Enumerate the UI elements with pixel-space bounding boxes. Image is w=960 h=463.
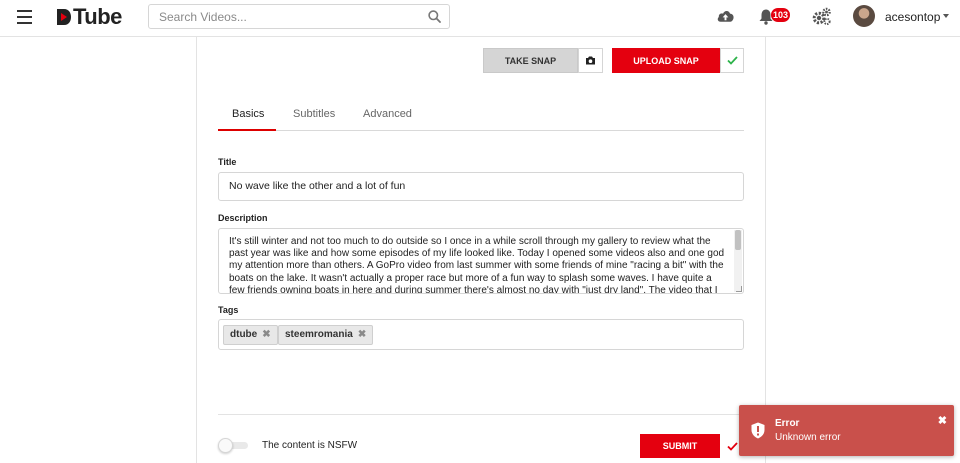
nsfw-toggle[interactable] <box>218 438 250 453</box>
close-icon[interactable]: ✖ <box>938 414 947 427</box>
upload-snap-label[interactable]: UPLOAD SNAP <box>612 48 720 73</box>
tag-chip: dtube ✖ <box>223 325 278 345</box>
toggle-knob[interactable] <box>218 438 233 453</box>
description-text[interactable]: It's still winter and not too much to do… <box>229 236 729 293</box>
description-field[interactable]: It's still winter and not too much to do… <box>218 228 744 294</box>
checkmark-icon <box>720 48 744 73</box>
tags-input[interactable]: dtube ✖ steemromania ✖ <box>218 319 744 350</box>
shield-alert-icon <box>751 422 765 439</box>
take-snap-label[interactable]: TAKE SNAP <box>483 48 578 73</box>
tab-subtitles[interactable]: Subtitles <box>293 108 335 120</box>
tab-advanced[interactable]: Advanced <box>363 108 412 120</box>
search-box <box>148 4 450 29</box>
menu-icon[interactable] <box>17 10 32 24</box>
upload-snap-button[interactable]: UPLOAD SNAP <box>612 48 744 73</box>
description-label: Description <box>218 213 268 223</box>
remove-tag-icon[interactable]: ✖ <box>358 326 366 344</box>
tags-label: Tags <box>218 305 239 315</box>
search-icon[interactable] <box>428 10 441 23</box>
form-tabs: Basics Subtitles Advanced <box>218 103 744 131</box>
camera-icon[interactable] <box>578 48 603 73</box>
description-scrollbar[interactable] <box>734 230 742 292</box>
tag-label: dtube <box>230 329 258 340</box>
caret-down-icon[interactable] <box>943 14 949 18</box>
search-input[interactable] <box>149 5 419 28</box>
dtube-logo-icon <box>57 9 71 25</box>
error-toast: Error Unknown error ✖ <box>739 405 954 456</box>
username[interactable]: acesontop <box>885 10 940 24</box>
remove-tag-icon[interactable]: ✖ <box>262 326 270 344</box>
submit-button[interactable]: SUBMIT <box>640 434 744 458</box>
tag-chip: steemromania ✖ <box>278 325 374 345</box>
top-bar: Tube 103 acesontop <box>0 0 960 37</box>
scrollbar-thumb[interactable] <box>735 230 741 250</box>
tab-basics[interactable]: Basics <box>232 108 264 120</box>
logo[interactable]: Tube <box>56 4 122 29</box>
logo-text: Tube <box>73 4 122 29</box>
active-tab-indicator <box>218 129 276 131</box>
title-label: Title <box>218 157 237 167</box>
divider <box>218 414 744 415</box>
submit-label[interactable]: SUBMIT <box>640 434 720 458</box>
notification-badge: 103 <box>771 8 791 22</box>
gears-icon[interactable] <box>812 7 832 26</box>
toast-title: Error <box>775 418 800 429</box>
resize-handle[interactable] <box>736 286 742 292</box>
tag-label: steemromania <box>285 329 353 340</box>
title-field[interactable]: No wave like the other and a lot of fun <box>218 172 744 201</box>
nsfw-label: The content is NSFW <box>262 440 358 451</box>
take-snap-button[interactable]: TAKE SNAP <box>483 48 603 73</box>
avatar[interactable] <box>853 5 875 27</box>
toast-message: Unknown error <box>775 432 841 443</box>
upload-icon[interactable] <box>716 7 735 25</box>
